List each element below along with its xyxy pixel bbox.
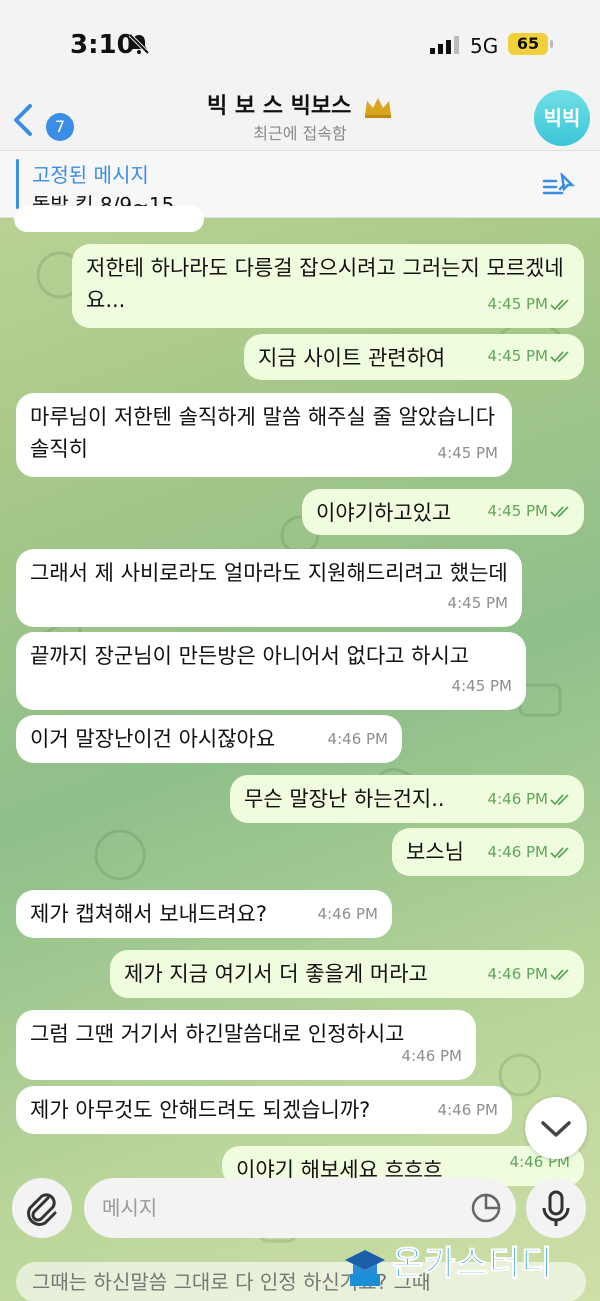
message-bubble-out[interactable]: 지금 사이트 관련하여 4:45 PM [244, 334, 584, 380]
pinned-title: 고정된 메시지 [32, 163, 149, 187]
message-text: 보스님 [406, 840, 464, 864]
message-time: 4:46 PM [437, 1101, 498, 1119]
microphone-icon [542, 1190, 570, 1226]
message-bubble-in[interactable]: 이거 말장난이건 아시잖아요 4:46 PM [16, 715, 402, 763]
message-bubble-out[interactable]: 저한테 하나라도 다릉걸 잡으시려고 그러는지 모르겠네요... 4:45 PM [72, 244, 584, 328]
message-text: 제가 아무것도 안해드려도 되겠습니까? [30, 1098, 371, 1122]
paperclip-icon [27, 1193, 57, 1226]
double-check-icon [550, 968, 569, 980]
message-bubble-out[interactable]: 제가 지금 여기서 더 좋을게 머라고 4:46 PM [110, 950, 584, 998]
message-text: 이거 말장난이건 아시잖아요 [30, 727, 276, 751]
chevron-down-icon [541, 1121, 571, 1137]
double-check-icon [550, 793, 569, 805]
chat-title[interactable]: 빅 보 스 빅보스 [0, 88, 600, 120]
message-time: 4:46 PM [401, 1047, 462, 1065]
message-text: 이야기하고있고 [316, 501, 452, 525]
chat-title-text: 빅 보 스 빅보스 [206, 94, 352, 119]
avatar[interactable]: 빅빅 [534, 90, 590, 146]
attach-button[interactable] [12, 1178, 72, 1238]
graduation-cap-icon [345, 1250, 385, 1286]
message-text: 그럼 그땐 거기서 하긴말씀대로 인정하시고 [30, 1022, 405, 1046]
message-bubble-out[interactable]: 무슨 말장난 하는건지.. 4:46 PM [230, 775, 584, 823]
chat-header: 7 빅 보 스 빅보스 최근에 접속함 빅빅 [0, 88, 600, 150]
message-bubble-out[interactable]: 보스님 4:46 PM [392, 828, 584, 876]
double-check-icon [550, 298, 569, 310]
status-bar: 3:10 5G 65 [0, 0, 600, 88]
watermark-text: 온카스터디 [391, 1244, 554, 1285]
message-bubble-out[interactable]: 이야기하고있고 4:45 PM [302, 489, 584, 535]
crown-icon [365, 98, 392, 118]
battery-tip [550, 40, 553, 48]
pin-list-icon[interactable] [542, 171, 576, 203]
message-time: 4:46 PM [488, 958, 570, 990]
signal-icon [430, 36, 460, 58]
message-time: 4:46 PM [488, 783, 570, 815]
partial-bubble [14, 206, 204, 232]
message-time: 4:45 PM [488, 495, 570, 527]
message-bubble-in[interactable]: 제가 캡쳐해서 보내드려요? 4:46 PM [16, 890, 392, 938]
last-seen: 최근에 접속함 [253, 124, 347, 143]
message-bubble-in[interactable]: 마루님이 저한텐 솔직하게 말씀 해주실 줄 알았습니다 솔직히 4:45 PM [16, 393, 512, 477]
message-text: 그래서 제 사비로라도 얼마라도 지원해드리려고 했는데 [30, 561, 508, 585]
message-time: 4:45 PM [437, 444, 498, 462]
message-time: 4:45 PM [488, 288, 570, 320]
microphone-button[interactable] [526, 1178, 586, 1238]
scroll-to-bottom-button[interactable] [525, 1097, 587, 1159]
clock: 3:10 [70, 30, 135, 60]
message-text: 제가 캡쳐해서 보내드려요? [30, 902, 268, 926]
double-check-icon [550, 350, 569, 362]
message-time: 4:45 PM [451, 677, 512, 695]
bell-muted-icon [128, 33, 150, 59]
double-check-icon [550, 846, 569, 858]
message-bubble-in[interactable]: 그럼 그땐 거기서 하긴말씀대로 인정하시고 4:46 PM [16, 1010, 476, 1080]
message-text: 무슨 말장난 하는건지.. [244, 787, 445, 811]
message-time: 4:46 PM [488, 836, 570, 868]
message-time: 4:45 PM [488, 340, 570, 372]
pinned-indicator [16, 159, 19, 209]
double-check-icon [550, 505, 569, 517]
network-type: 5G [470, 34, 499, 58]
message-time: 4:46 PM [327, 730, 388, 748]
message-bubble-in[interactable]: 제가 아무것도 안해드려도 되겠습니까? 4:46 PM [16, 1086, 512, 1134]
chat-screen: 3:10 5G 65 7 빅 보 스 빅보스 최근에 접속함 빅빅 고정된 메시… [0, 0, 600, 1301]
message-text: 지금 사이트 관련하여 [258, 346, 446, 370]
sticker-icon[interactable] [470, 1192, 502, 1228]
message-text: 마루님이 저한텐 솔직하게 말씀 해주실 줄 알았습니다 솔직히 [30, 405, 496, 461]
message-input[interactable] [84, 1178, 516, 1238]
message-bubble-in[interactable]: 끝까지 장군님이 만든방은 아니어서 없다고 하시고 4:45 PM [16, 632, 526, 710]
message-time: 4:46 PM [317, 905, 378, 923]
battery-icon: 65 [508, 33, 548, 55]
message-text: 끝까지 장군님이 만든방은 아니어서 없다고 하시고 [30, 644, 470, 668]
message-text: 제가 지금 여기서 더 좋을게 머라고 [124, 962, 428, 986]
message-bubble-in[interactable]: 그래서 제 사비로라도 얼마라도 지원해드리려고 했는데 4:45 PM [16, 549, 522, 627]
message-time: 4:45 PM [447, 594, 508, 612]
